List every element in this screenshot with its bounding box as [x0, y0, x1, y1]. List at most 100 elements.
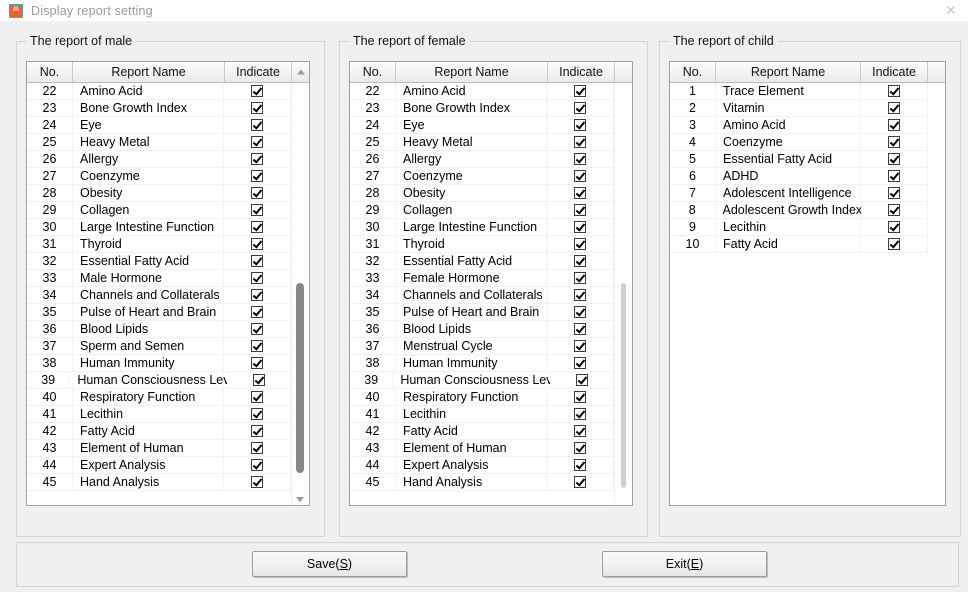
checkbox-checked-icon[interactable] — [574, 272, 586, 284]
checkbox-checked-icon[interactable] — [888, 119, 900, 131]
table-row[interactable]: 28 Obesity — [350, 185, 614, 202]
table-row[interactable]: 43 Element of Human — [350, 440, 614, 457]
table-row[interactable]: 27 Coenzyme — [27, 168, 291, 185]
table-row[interactable]: 25 Heavy Metal — [27, 134, 291, 151]
row-indicate-cell[interactable] — [547, 253, 614, 269]
checkbox-checked-icon[interactable] — [574, 306, 586, 318]
checkbox-checked-icon[interactable] — [251, 119, 263, 131]
row-indicate-cell[interactable] — [547, 287, 614, 303]
checkbox-checked-icon[interactable] — [251, 238, 263, 250]
table-row[interactable]: 44 Expert Analysis — [27, 457, 291, 474]
row-indicate-cell[interactable] — [861, 168, 928, 184]
row-indicate-cell[interactable] — [224, 168, 291, 184]
checkbox-checked-icon[interactable] — [888, 85, 900, 97]
checkbox-checked-icon[interactable] — [574, 357, 586, 369]
row-indicate-cell[interactable] — [551, 372, 614, 388]
checkbox-checked-icon[interactable] — [251, 408, 263, 420]
checkbox-checked-icon[interactable] — [888, 170, 900, 182]
table-row[interactable]: 7 Adolescent Intelligence — [670, 185, 928, 202]
table-row[interactable]: 23 Bone Growth Index — [27, 100, 291, 117]
checkbox-checked-icon[interactable] — [251, 323, 263, 335]
scroll-up-arrow-icon[interactable] — [296, 69, 305, 75]
table-row[interactable]: 3 Amino Acid — [670, 117, 928, 134]
row-indicate-cell[interactable] — [547, 83, 614, 99]
table-row[interactable]: 39 Human Consciousness Leve — [27, 372, 291, 389]
checkbox-checked-icon[interactable] — [888, 221, 900, 233]
row-indicate-cell[interactable] — [547, 117, 614, 133]
table-row[interactable]: 34 Channels and Collaterals — [350, 287, 614, 304]
checkbox-checked-icon[interactable] — [574, 340, 586, 352]
checkbox-checked-icon[interactable] — [251, 306, 263, 318]
table-row[interactable]: 30 Large Intestine Function — [350, 219, 614, 236]
checkbox-checked-icon[interactable] — [574, 170, 586, 182]
row-indicate-cell[interactable] — [547, 423, 614, 439]
column-header-indicate[interactable]: Indicate — [225, 62, 292, 82]
checkbox-checked-icon[interactable] — [251, 425, 263, 437]
checkbox-checked-icon[interactable] — [251, 255, 263, 267]
row-indicate-cell[interactable] — [861, 185, 928, 201]
row-indicate-cell[interactable] — [547, 270, 614, 286]
table-row[interactable]: 10 Fatty Acid — [670, 236, 928, 253]
row-indicate-cell[interactable] — [224, 270, 291, 286]
table-row[interactable]: 38 Human Immunity — [27, 355, 291, 372]
checkbox-checked-icon[interactable] — [251, 102, 263, 114]
table-row[interactable]: 32 Essential Fatty Acid — [27, 253, 291, 270]
checkbox-checked-icon[interactable] — [251, 153, 263, 165]
row-indicate-cell[interactable] — [547, 338, 614, 354]
row-indicate-cell[interactable] — [224, 151, 291, 167]
table-row[interactable]: 42 Fatty Acid — [27, 423, 291, 440]
table-row[interactable]: 27 Coenzyme — [350, 168, 614, 185]
table-row[interactable]: 29 Collagen — [350, 202, 614, 219]
checkbox-checked-icon[interactable] — [574, 408, 586, 420]
row-indicate-cell[interactable] — [862, 202, 928, 218]
table-row[interactable]: 30 Large Intestine Function — [27, 219, 291, 236]
checkbox-checked-icon[interactable] — [251, 340, 263, 352]
table-row[interactable]: 37 Menstrual Cycle — [350, 338, 614, 355]
checkbox-checked-icon[interactable] — [888, 238, 900, 250]
table-row[interactable]: 29 Collagen — [27, 202, 291, 219]
checkbox-checked-icon[interactable] — [574, 102, 586, 114]
column-header-name[interactable]: Report Name — [73, 62, 225, 82]
save-button[interactable]: Save(S) — [252, 551, 407, 577]
row-indicate-cell[interactable] — [224, 338, 291, 354]
row-indicate-cell[interactable] — [861, 236, 928, 252]
checkbox-checked-icon[interactable] — [574, 238, 586, 250]
vertical-scrollbar-female[interactable] — [614, 83, 632, 505]
table-row[interactable]: 38 Human Immunity — [350, 355, 614, 372]
table-row[interactable]: 22 Amino Acid — [350, 83, 614, 100]
scroll-down-arrow-icon[interactable] — [296, 497, 304, 502]
table-row[interactable]: 25 Heavy Metal — [350, 134, 614, 151]
checkbox-checked-icon[interactable] — [574, 85, 586, 97]
table-row[interactable]: 33 Male Hormone — [27, 270, 291, 287]
scrollbar-thumb[interactable] — [621, 283, 626, 488]
column-header-indicate[interactable]: Indicate — [861, 62, 928, 82]
checkbox-checked-icon[interactable] — [251, 170, 263, 182]
table-row[interactable]: 22 Amino Acid — [27, 83, 291, 100]
checkbox-checked-icon[interactable] — [251, 136, 263, 148]
row-indicate-cell[interactable] — [224, 355, 291, 371]
row-indicate-cell[interactable] — [547, 168, 614, 184]
table-row[interactable]: 36 Blood Lipids — [27, 321, 291, 338]
column-header-no[interactable]: No. — [27, 62, 73, 82]
row-indicate-cell[interactable] — [228, 372, 291, 388]
row-indicate-cell[interactable] — [224, 117, 291, 133]
row-indicate-cell[interactable] — [224, 100, 291, 116]
table-row[interactable]: 45 Hand Analysis — [27, 474, 291, 491]
checkbox-checked-icon[interactable] — [574, 119, 586, 131]
column-header-name[interactable]: Report Name — [396, 62, 548, 82]
row-indicate-cell[interactable] — [224, 202, 291, 218]
row-indicate-cell[interactable] — [547, 151, 614, 167]
table-row[interactable]: 45 Hand Analysis — [350, 474, 614, 491]
table-row[interactable]: 40 Respiratory Function — [27, 389, 291, 406]
row-indicate-cell[interactable] — [224, 423, 291, 439]
row-indicate-cell[interactable] — [547, 457, 614, 473]
table-row[interactable]: 31 Thyroid — [350, 236, 614, 253]
checkbox-checked-icon[interactable] — [574, 255, 586, 267]
row-indicate-cell[interactable] — [547, 236, 614, 252]
row-indicate-cell[interactable] — [547, 202, 614, 218]
table-row[interactable]: 40 Respiratory Function — [350, 389, 614, 406]
table-row[interactable]: 4 Coenzyme — [670, 134, 928, 151]
table-row[interactable]: 41 Lecithin — [350, 406, 614, 423]
checkbox-checked-icon[interactable] — [251, 289, 263, 301]
checkbox-checked-icon[interactable] — [251, 187, 263, 199]
